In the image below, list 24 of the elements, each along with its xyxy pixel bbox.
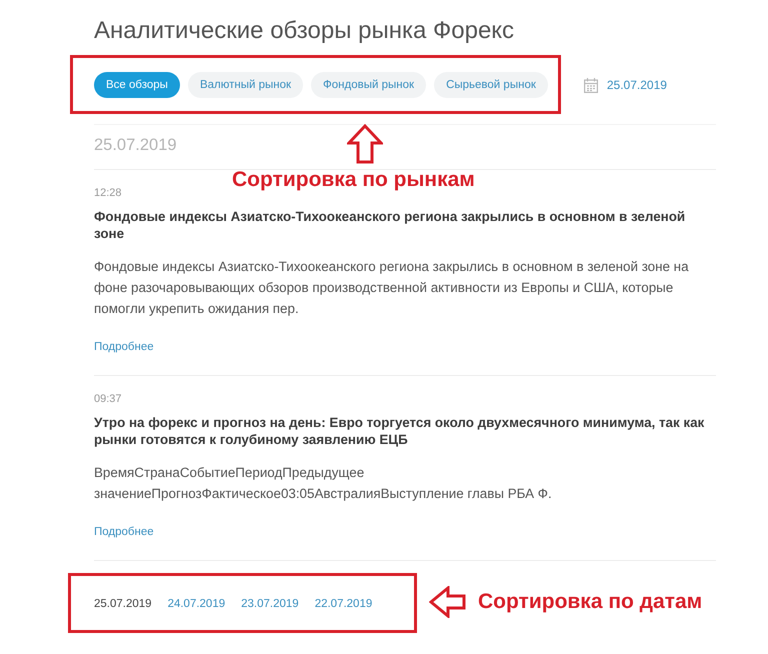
arrow-icon xyxy=(347,124,383,164)
read-more-link[interactable]: Подробнее xyxy=(94,526,154,538)
date-link[interactable]: 25.07.2019 xyxy=(94,598,152,610)
calendar-icon xyxy=(584,78,598,92)
article-time: 12:28 xyxy=(94,187,122,199)
annotation-label: Сортировка по рынкам xyxy=(232,168,475,192)
article-time: 09:37 xyxy=(94,393,122,405)
date-heading: 25.07.2019 xyxy=(94,136,177,154)
filter-tab[interactable]: Валютный рынок xyxy=(188,72,304,98)
filter-tab[interactable]: Фондовый рынок xyxy=(311,72,426,98)
arrow-icon xyxy=(429,586,466,618)
date-link[interactable]: 23.07.2019 xyxy=(241,598,299,610)
filter-tab[interactable]: Все обзоры xyxy=(94,72,180,98)
date-link[interactable]: 24.07.2019 xyxy=(168,598,226,610)
page-title: Аналитические обзоры рынка Форекс xyxy=(94,17,516,45)
filter-tab[interactable]: Сырьевой рынок xyxy=(434,72,548,98)
annotation-label: Сортировка по датам xyxy=(478,590,702,614)
article-title[interactable]: Утро на форекс и прогноз на день: Евро торгуется около двухмесячного минимума, так как рынки готовятся к голубиному заявлению ЕЦБ xyxy=(94,414,716,448)
date-picker[interactable]: 25.07.2019 xyxy=(584,78,667,92)
article-summary: ВремяСтранаСобытиеПериодПредыдущее значениеПрогнозФактическое03:05АвстралияВыступление главы РБА Ф. xyxy=(94,464,553,503)
date-link[interactable]: 22.07.2019 xyxy=(314,598,372,610)
article-summary: Фондовые индексы Азиатско-Тихоокеанского региона закрылись в основном в зеленой зоне на фоне разочаровывающих обзоров производственной активности из Европы и США, которые помогли укрепить ожидания пер. xyxy=(94,258,690,318)
article-title[interactable]: Фондовые индексы Азиатско-Тихоокеанского региона закрылись в основном в зеленой зоне xyxy=(94,208,716,242)
read-more-link[interactable]: Подробнее xyxy=(94,341,154,353)
